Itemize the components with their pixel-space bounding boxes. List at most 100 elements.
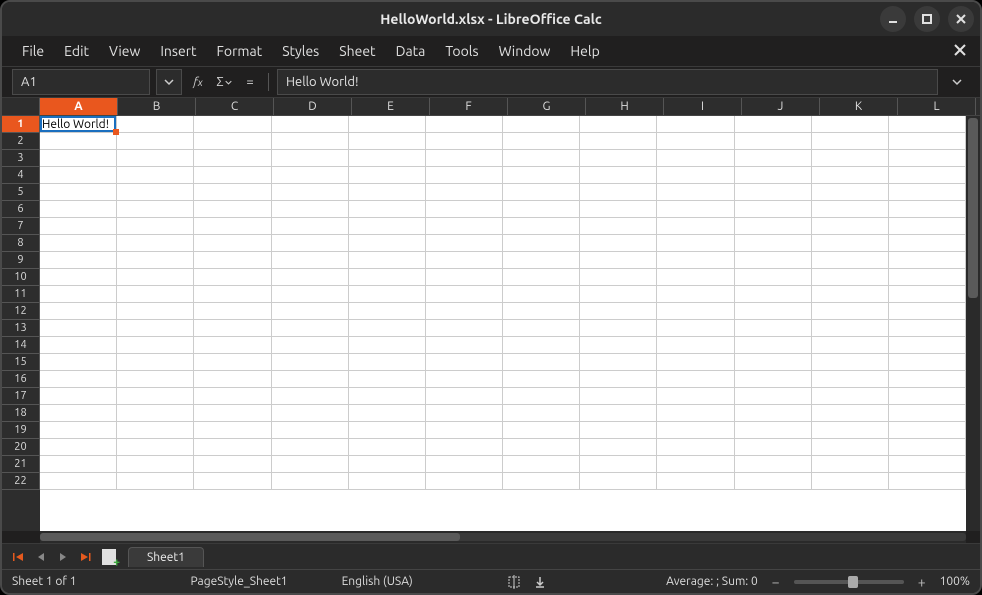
- cell-G18[interactable]: [503, 405, 580, 421]
- tab-prev-button[interactable]: [32, 548, 50, 566]
- cell-I1[interactable]: [657, 116, 734, 132]
- row-header-11[interactable]: 11: [2, 286, 40, 303]
- cell-F19[interactable]: [426, 422, 503, 438]
- cell-J21[interactable]: [735, 456, 812, 472]
- cell-K5[interactable]: [812, 184, 889, 200]
- row-header-16[interactable]: 16: [2, 371, 40, 388]
- cell-C16[interactable]: [194, 371, 271, 387]
- horizontal-scrollbar[interactable]: [40, 531, 966, 543]
- cell-B19[interactable]: [117, 422, 194, 438]
- cell-L17[interactable]: [889, 388, 966, 404]
- cell-L21[interactable]: [889, 456, 966, 472]
- cell-A16[interactable]: [40, 371, 117, 387]
- cell-D9[interactable]: [272, 252, 349, 268]
- cell-A11[interactable]: [40, 286, 117, 302]
- status-language[interactable]: English (USA): [342, 575, 413, 588]
- cell-K13[interactable]: [812, 320, 889, 336]
- row-header-17[interactable]: 17: [2, 388, 40, 405]
- cell-C1[interactable]: [194, 116, 271, 132]
- cell-D1[interactable]: [272, 116, 349, 132]
- cell-C12[interactable]: [194, 303, 271, 319]
- cell-F5[interactable]: [426, 184, 503, 200]
- cell-A21[interactable]: [40, 456, 117, 472]
- cell-K18[interactable]: [812, 405, 889, 421]
- cell-D11[interactable]: [272, 286, 349, 302]
- zoom-slider[interactable]: [794, 580, 904, 584]
- menu-view[interactable]: View: [99, 39, 150, 63]
- cell-K2[interactable]: [812, 133, 889, 149]
- cell-E19[interactable]: [349, 422, 426, 438]
- cell-B13[interactable]: [117, 320, 194, 336]
- cell-K19[interactable]: [812, 422, 889, 438]
- cell-L10[interactable]: [889, 269, 966, 285]
- cell-A12[interactable]: [40, 303, 117, 319]
- cell-H15[interactable]: [580, 354, 657, 370]
- maximize-button[interactable]: [914, 6, 940, 32]
- menu-tools[interactable]: Tools: [435, 39, 488, 63]
- cell-J4[interactable]: [735, 167, 812, 183]
- select-all-corner[interactable]: [2, 98, 40, 115]
- cell-G15[interactable]: [503, 354, 580, 370]
- status-page-style[interactable]: PageStyle_Sheet1: [190, 575, 287, 588]
- cell-K22[interactable]: [812, 473, 889, 489]
- cell-J11[interactable]: [735, 286, 812, 302]
- cell-K17[interactable]: [812, 388, 889, 404]
- cell-G4[interactable]: [503, 167, 580, 183]
- cell-H3[interactable]: [580, 150, 657, 166]
- cell-L1[interactable]: [889, 116, 966, 132]
- cell-L5[interactable]: [889, 184, 966, 200]
- cell-B4[interactable]: [117, 167, 194, 183]
- cell-H2[interactable]: [580, 133, 657, 149]
- row-header-13[interactable]: 13: [2, 320, 40, 337]
- cell-C13[interactable]: [194, 320, 271, 336]
- cell-J3[interactable]: [735, 150, 812, 166]
- cell-A5[interactable]: [40, 184, 117, 200]
- cell-C9[interactable]: [194, 252, 271, 268]
- cell-B20[interactable]: [117, 439, 194, 455]
- cell-F3[interactable]: [426, 150, 503, 166]
- cell-L16[interactable]: [889, 371, 966, 387]
- cell-D22[interactable]: [272, 473, 349, 489]
- row-header-18[interactable]: 18: [2, 405, 40, 422]
- menu-help[interactable]: Help: [560, 39, 609, 63]
- cell-L18[interactable]: [889, 405, 966, 421]
- cell-E1[interactable]: [349, 116, 426, 132]
- cell-G9[interactable]: [503, 252, 580, 268]
- cell-J15[interactable]: [735, 354, 812, 370]
- row-header-20[interactable]: 20: [2, 439, 40, 456]
- cell-F22[interactable]: [426, 473, 503, 489]
- tab-next-button[interactable]: [54, 548, 72, 566]
- row-header-10[interactable]: 10: [2, 269, 40, 286]
- column-header-F[interactable]: F: [430, 98, 508, 115]
- menu-file[interactable]: File: [12, 39, 54, 63]
- cell-D18[interactable]: [272, 405, 349, 421]
- scrollbar-thumb[interactable]: [40, 533, 460, 541]
- cell-H11[interactable]: [580, 286, 657, 302]
- cell-D12[interactable]: [272, 303, 349, 319]
- cell-I4[interactable]: [657, 167, 734, 183]
- function-wizard-button[interactable]: fx: [188, 72, 208, 92]
- cell-I8[interactable]: [657, 235, 734, 251]
- cell-L6[interactable]: [889, 201, 966, 217]
- close-document-button[interactable]: [954, 42, 966, 60]
- tab-first-button[interactable]: [10, 548, 28, 566]
- cell-I21[interactable]: [657, 456, 734, 472]
- cell-G2[interactable]: [503, 133, 580, 149]
- cell-J17[interactable]: [735, 388, 812, 404]
- formula-expand-button[interactable]: [944, 69, 970, 95]
- status-zoom-level[interactable]: 100%: [940, 575, 970, 588]
- cell-K7[interactable]: [812, 218, 889, 234]
- cell-C6[interactable]: [194, 201, 271, 217]
- column-header-J[interactable]: J: [742, 98, 820, 115]
- cell-F16[interactable]: [426, 371, 503, 387]
- cell-H8[interactable]: [580, 235, 657, 251]
- row-header-2[interactable]: 2: [2, 133, 40, 150]
- cell-I19[interactable]: [657, 422, 734, 438]
- cell-G12[interactable]: [503, 303, 580, 319]
- cell-C22[interactable]: [194, 473, 271, 489]
- row-header-8[interactable]: 8: [2, 235, 40, 252]
- cell-E7[interactable]: [349, 218, 426, 234]
- cell-A2[interactable]: [40, 133, 117, 149]
- menu-edit[interactable]: Edit: [54, 39, 99, 63]
- cell-B15[interactable]: [117, 354, 194, 370]
